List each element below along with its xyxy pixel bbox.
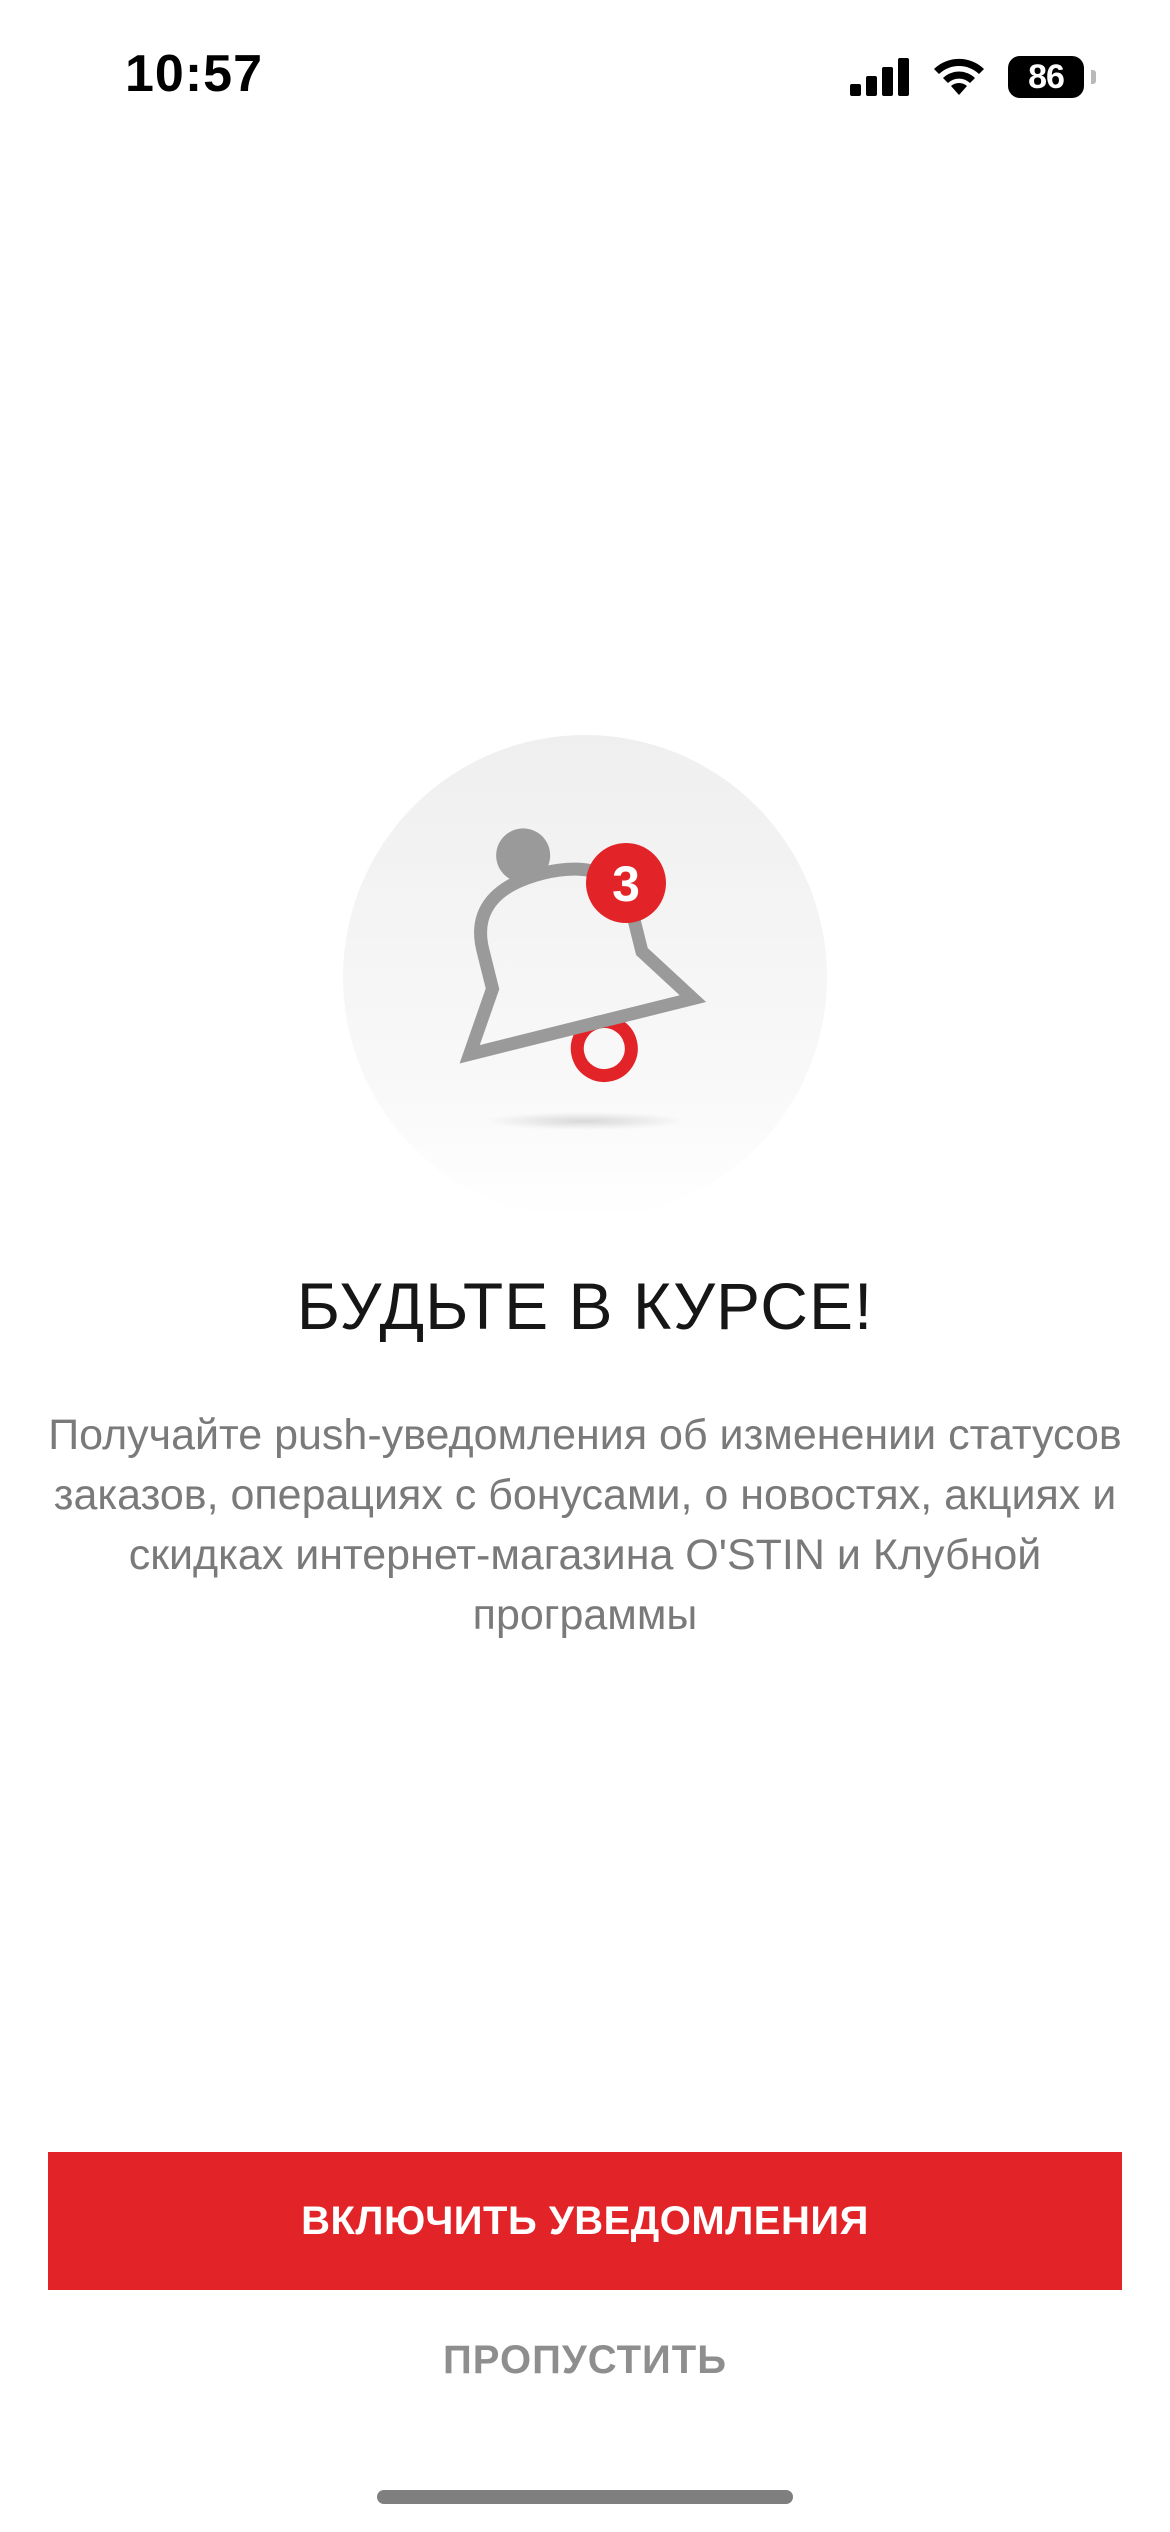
bell-shadow (485, 1112, 685, 1130)
skip-button[interactable]: ПРОПУСТИТЬ (385, 2320, 785, 2400)
status-icons: 86 (850, 56, 1096, 98)
enable-notifications-button[interactable]: ВКЛЮЧИТЬ УВЕДОМЛЕНИЯ (48, 2152, 1122, 2290)
wifi-icon (934, 58, 984, 95)
status-bar: 10:57 86 (0, 0, 1170, 150)
signal-icon (850, 58, 909, 96)
notification-badge-count: 3 (612, 856, 640, 912)
page-description: Получайте push-уведомления об изменении … (48, 1411, 1122, 1639)
battery-icon: 86 (1008, 56, 1096, 98)
bell-illustration: 3 (343, 735, 827, 1219)
notification-illustration: 3 (343, 735, 827, 1219)
battery-tip (1091, 70, 1096, 84)
page-title: БУДЬТЕ В КУРСЕ! (296, 1269, 874, 1343)
status-time: 10:57 (125, 45, 263, 103)
home-indicator (377, 2490, 793, 2504)
battery-level: 86 (1008, 56, 1084, 98)
illustration-background (343, 735, 827, 1219)
